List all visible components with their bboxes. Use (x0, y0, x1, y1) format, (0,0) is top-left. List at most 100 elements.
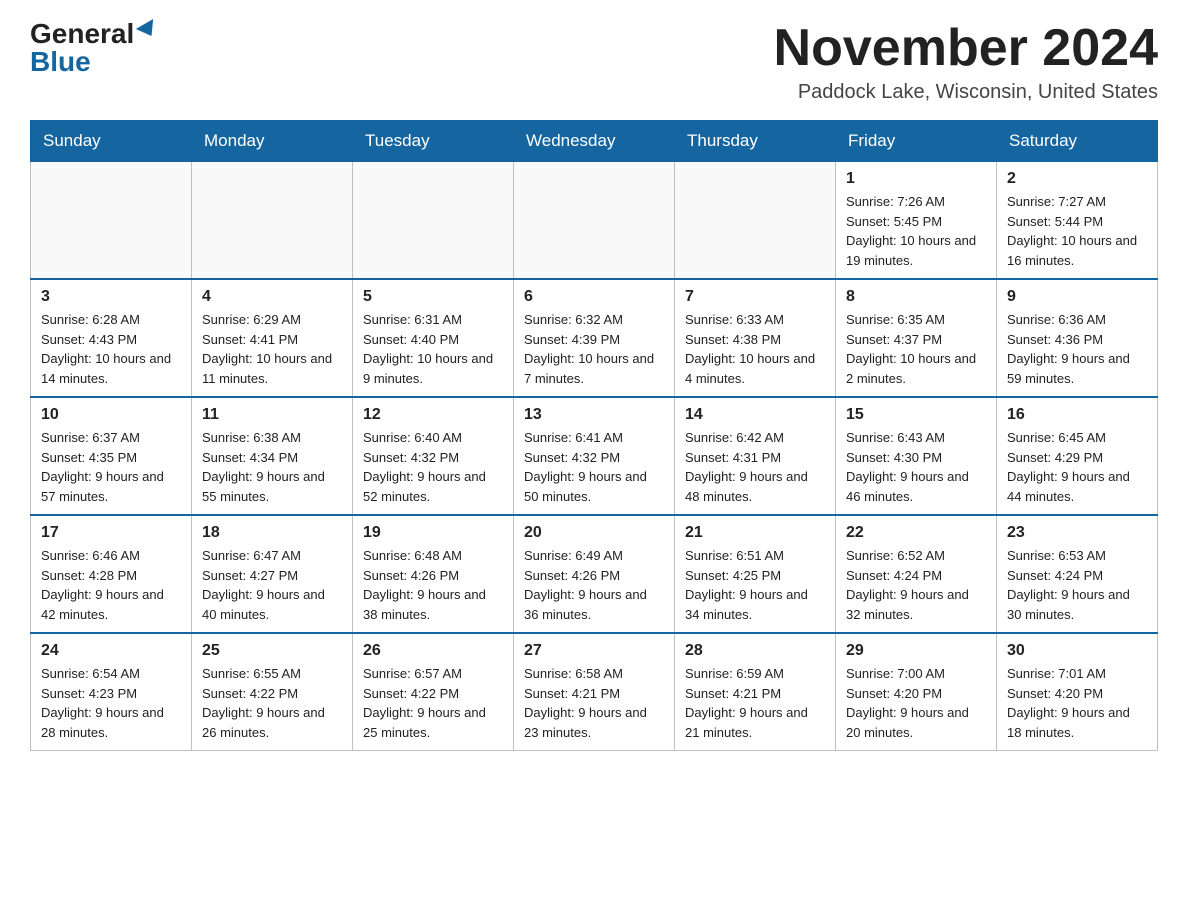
day-info: Sunrise: 6:45 AM Sunset: 4:29 PM Dayligh… (1007, 428, 1147, 506)
calendar-day-cell: 2 Sunrise: 7:27 AM Sunset: 5:44 PM Daylig… (997, 162, 1158, 280)
logo-triangle-icon (136, 19, 160, 41)
calendar-day-cell: 30 Sunrise: 7:01 AM Sunset: 4:20 PM Dayli… (997, 633, 1158, 751)
title-area: November 2024 Paddock Lake, Wisconsin, U… (774, 20, 1158, 104)
day-number: 30 (1007, 642, 1147, 660)
calendar-day-cell: 13 Sunrise: 6:41 AM Sunset: 4:32 PM Dayli… (514, 397, 675, 515)
calendar-day-cell: 15 Sunrise: 6:43 AM Sunset: 4:30 PM Dayli… (836, 397, 997, 515)
day-number: 3 (41, 288, 181, 306)
day-number: 10 (41, 406, 181, 424)
calendar-day-cell (514, 162, 675, 280)
page-header: General Blue November 2024 Paddock Lake,… (30, 20, 1158, 104)
day-number: 17 (41, 524, 181, 542)
day-number: 8 (846, 288, 986, 306)
calendar-day-cell: 3 Sunrise: 6:28 AM Sunset: 4:43 PM Daylig… (31, 279, 192, 397)
day-info: Sunrise: 6:59 AM Sunset: 4:21 PM Dayligh… (685, 664, 825, 742)
calendar-week-row: 17 Sunrise: 6:46 AM Sunset: 4:28 PM Dayli… (31, 515, 1158, 633)
calendar-week-row: 24 Sunrise: 6:54 AM Sunset: 4:23 PM Dayli… (31, 633, 1158, 751)
day-info: Sunrise: 7:00 AM Sunset: 4:20 PM Dayligh… (846, 664, 986, 742)
calendar-day-cell: 14 Sunrise: 6:42 AM Sunset: 4:31 PM Dayli… (675, 397, 836, 515)
calendar-day-cell: 28 Sunrise: 6:59 AM Sunset: 4:21 PM Dayli… (675, 633, 836, 751)
day-info: Sunrise: 6:55 AM Sunset: 4:22 PM Dayligh… (202, 664, 342, 742)
day-info: Sunrise: 6:48 AM Sunset: 4:26 PM Dayligh… (363, 546, 503, 624)
day-number: 12 (363, 406, 503, 424)
calendar-week-row: 3 Sunrise: 6:28 AM Sunset: 4:43 PM Daylig… (31, 279, 1158, 397)
day-number: 28 (685, 642, 825, 660)
calendar-day-cell: 9Sunrise: 6:36 AM Sunset: 4:36 PM Daylig… (997, 279, 1158, 397)
calendar-table: SundayMondayTuesdayWednesdayThursdayFrid… (30, 120, 1158, 751)
logo-general-text: General (30, 20, 134, 48)
calendar-day-cell: 18Sunrise: 6:47 AM Sunset: 4:27 PM Dayli… (192, 515, 353, 633)
calendar-day-cell (31, 162, 192, 280)
day-number: 27 (524, 642, 664, 660)
day-info: Sunrise: 6:54 AM Sunset: 4:23 PM Dayligh… (41, 664, 181, 742)
day-info: Sunrise: 6:40 AM Sunset: 4:32 PM Dayligh… (363, 428, 503, 506)
day-number: 14 (685, 406, 825, 424)
calendar-day-cell: 4 Sunrise: 6:29 AM Sunset: 4:41 PM Daylig… (192, 279, 353, 397)
day-number: 1 (846, 170, 986, 188)
location-title: Paddock Lake, Wisconsin, United States (774, 81, 1158, 104)
calendar-day-cell: 16 Sunrise: 6:45 AM Sunset: 4:29 PM Dayli… (997, 397, 1158, 515)
calendar-day-cell: 12 Sunrise: 6:40 AM Sunset: 4:32 PM Dayli… (353, 397, 514, 515)
day-info: Sunrise: 7:01 AM Sunset: 4:20 PM Dayligh… (1007, 664, 1147, 742)
calendar-day-cell (192, 162, 353, 280)
weekday-header-saturday: Saturday (997, 121, 1158, 162)
day-number: 26 (363, 642, 503, 660)
calendar-day-cell: 21Sunrise: 6:51 AM Sunset: 4:25 PM Dayli… (675, 515, 836, 633)
day-info: Sunrise: 6:28 AM Sunset: 4:43 PM Dayligh… (41, 310, 181, 388)
day-info: Sunrise: 6:35 AM Sunset: 4:37 PM Dayligh… (846, 310, 986, 388)
day-info: Sunrise: 7:27 AM Sunset: 5:44 PM Dayligh… (1007, 192, 1147, 270)
weekday-header-thursday: Thursday (675, 121, 836, 162)
day-number: 29 (846, 642, 986, 660)
logo: General Blue (30, 20, 158, 76)
day-info: Sunrise: 6:46 AM Sunset: 4:28 PM Dayligh… (41, 546, 181, 624)
calendar-week-row: 1 Sunrise: 7:26 AM Sunset: 5:45 PM Daylig… (31, 162, 1158, 280)
day-info: Sunrise: 6:43 AM Sunset: 4:30 PM Dayligh… (846, 428, 986, 506)
day-info: Sunrise: 6:53 AM Sunset: 4:24 PM Dayligh… (1007, 546, 1147, 624)
day-number: 4 (202, 288, 342, 306)
calendar-day-cell: 25Sunrise: 6:55 AM Sunset: 4:22 PM Dayli… (192, 633, 353, 751)
day-info: Sunrise: 6:42 AM Sunset: 4:31 PM Dayligh… (685, 428, 825, 506)
day-info: Sunrise: 7:26 AM Sunset: 5:45 PM Dayligh… (846, 192, 986, 270)
calendar-week-row: 10Sunrise: 6:37 AM Sunset: 4:35 PM Dayli… (31, 397, 1158, 515)
day-number: 7 (685, 288, 825, 306)
day-info: Sunrise: 6:33 AM Sunset: 4:38 PM Dayligh… (685, 310, 825, 388)
day-number: 22 (846, 524, 986, 542)
day-number: 24 (41, 642, 181, 660)
weekday-header-monday: Monday (192, 121, 353, 162)
calendar-day-cell: 29 Sunrise: 7:00 AM Sunset: 4:20 PM Dayli… (836, 633, 997, 751)
day-number: 2 (1007, 170, 1147, 188)
calendar-day-cell: 26Sunrise: 6:57 AM Sunset: 4:22 PM Dayli… (353, 633, 514, 751)
day-info: Sunrise: 6:52 AM Sunset: 4:24 PM Dayligh… (846, 546, 986, 624)
day-number: 6 (524, 288, 664, 306)
day-info: Sunrise: 6:49 AM Sunset: 4:26 PM Dayligh… (524, 546, 664, 624)
calendar-day-cell: 17 Sunrise: 6:46 AM Sunset: 4:28 PM Dayli… (31, 515, 192, 633)
day-number: 19 (363, 524, 503, 542)
calendar-day-cell: 23 Sunrise: 6:53 AM Sunset: 4:24 PM Dayli… (997, 515, 1158, 633)
weekday-header-wednesday: Wednesday (514, 121, 675, 162)
day-number: 9 (1007, 288, 1147, 306)
day-number: 15 (846, 406, 986, 424)
day-info: Sunrise: 6:41 AM Sunset: 4:32 PM Dayligh… (524, 428, 664, 506)
calendar-day-cell: 27 Sunrise: 6:58 AM Sunset: 4:21 PM Dayli… (514, 633, 675, 751)
day-number: 5 (363, 288, 503, 306)
weekday-header-row: SundayMondayTuesdayWednesdayThursdayFrid… (31, 121, 1158, 162)
day-number: 21 (685, 524, 825, 542)
weekday-header-sunday: Sunday (31, 121, 192, 162)
day-number: 13 (524, 406, 664, 424)
calendar-day-cell: 24 Sunrise: 6:54 AM Sunset: 4:23 PM Dayli… (31, 633, 192, 751)
calendar-day-cell: 11 Sunrise: 6:38 AM Sunset: 4:34 PM Dayli… (192, 397, 353, 515)
calendar-day-cell: 6Sunrise: 6:32 AM Sunset: 4:39 PM Daylig… (514, 279, 675, 397)
weekday-header-friday: Friday (836, 121, 997, 162)
calendar-day-cell: 19 Sunrise: 6:48 AM Sunset: 4:26 PM Dayli… (353, 515, 514, 633)
day-info: Sunrise: 6:29 AM Sunset: 4:41 PM Dayligh… (202, 310, 342, 388)
day-info: Sunrise: 6:58 AM Sunset: 4:21 PM Dayligh… (524, 664, 664, 742)
day-info: Sunrise: 6:38 AM Sunset: 4:34 PM Dayligh… (202, 428, 342, 506)
calendar-day-cell: 1 Sunrise: 7:26 AM Sunset: 5:45 PM Daylig… (836, 162, 997, 280)
calendar-day-cell: 5Sunrise: 6:31 AM Sunset: 4:40 PM Daylig… (353, 279, 514, 397)
day-number: 11 (202, 406, 342, 424)
day-number: 23 (1007, 524, 1147, 542)
calendar-day-cell: 10Sunrise: 6:37 AM Sunset: 4:35 PM Dayli… (31, 397, 192, 515)
day-number: 20 (524, 524, 664, 542)
day-number: 16 (1007, 406, 1147, 424)
calendar-day-cell (353, 162, 514, 280)
